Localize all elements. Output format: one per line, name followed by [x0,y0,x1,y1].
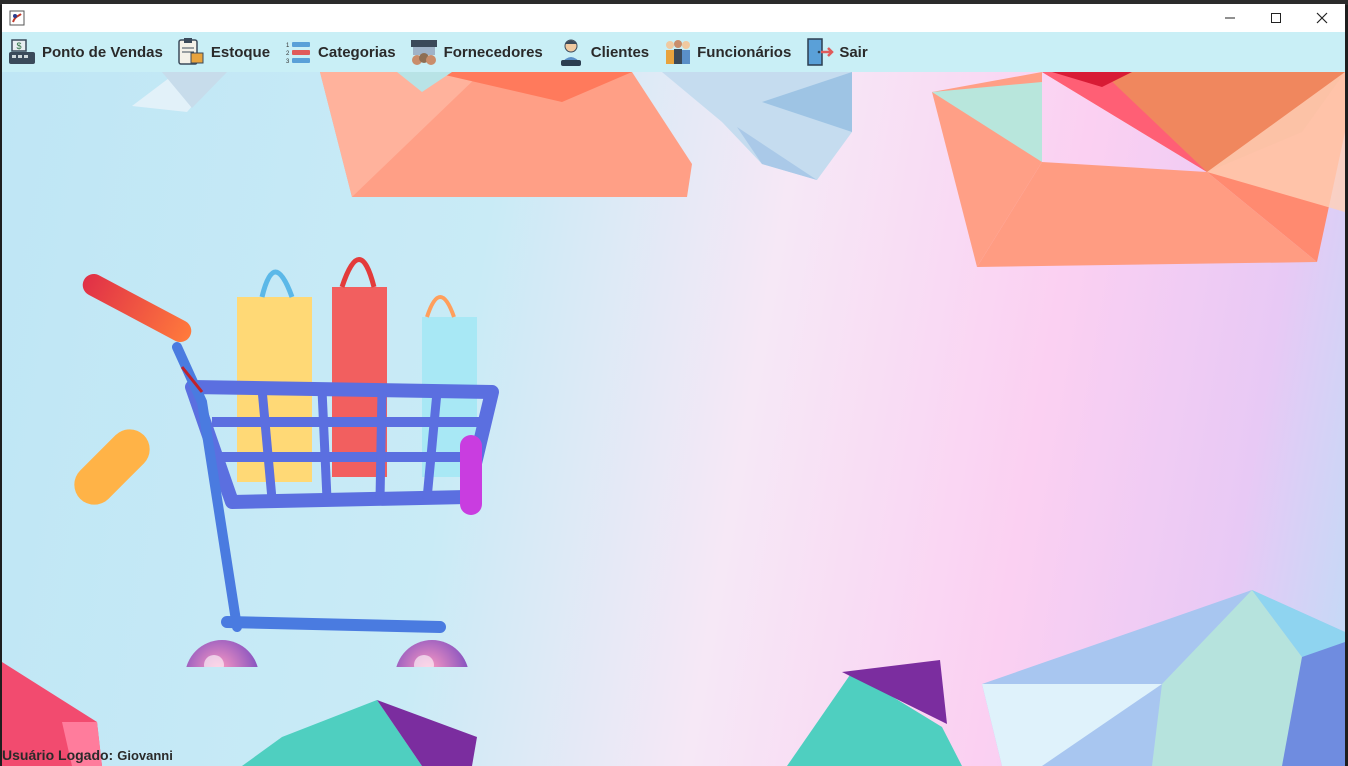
svg-text:$: $ [16,41,21,51]
minimize-icon [1225,17,1235,19]
client-icon [555,36,587,68]
category-list-icon: 1 2 3 [282,36,314,68]
menu-funcionarios[interactable]: Funcionários [657,32,799,72]
menu-ponto-de-vendas[interactable]: $ Ponto de Vendas [2,32,171,72]
java-app-icon [9,10,25,26]
supplier-store-icon [408,36,440,68]
close-button[interactable] [1299,4,1345,32]
svg-text:1: 1 [286,43,290,49]
svg-text:2: 2 [286,51,290,57]
menu-fornecedores[interactable]: Fornecedores [404,32,551,72]
logged-user-label: Usuário Logado: [2,747,114,763]
title-bar[interactable] [2,4,1345,32]
shopping-cart-illustration [74,257,499,667]
menu-label: Estoque [210,43,271,61]
main-menu-bar: $ Ponto de Vendas Estoque 1 2 3 Categori… [2,32,1345,72]
maximize-icon [1271,13,1281,23]
menu-label: Sair [839,43,868,61]
menu-sair[interactable]: Sair [799,32,875,72]
minimize-button[interactable] [1207,4,1253,32]
menu-label: Categorias [318,43,396,61]
menu-label: Funcionários [697,43,792,61]
cash-register-icon: $ [6,36,38,68]
menu-estoque[interactable]: Estoque [171,32,278,72]
logged-user-status: Usuário Logado: Giovanni [2,747,173,766]
maximize-button[interactable] [1253,4,1299,32]
svg-text:3: 3 [286,59,290,65]
background-illustration: Usuário Logado: Giovanni [2,72,1345,766]
menu-label: Ponto de Vendas [42,43,163,61]
app-window: $ Ponto de Vendas Estoque 1 2 3 Categori… [2,4,1345,766]
menu-label: Fornecedores [443,43,543,61]
logged-user-name: Giovanni [117,748,173,763]
close-icon [1316,12,1328,24]
exit-door-icon [803,36,835,68]
menu-categorias[interactable]: 1 2 3 Categorias [278,32,404,72]
menu-label: Clientes [590,43,650,61]
inventory-clipboard-icon [175,36,207,68]
employees-icon [661,36,693,68]
menu-clientes[interactable]: Clientes [551,32,657,72]
